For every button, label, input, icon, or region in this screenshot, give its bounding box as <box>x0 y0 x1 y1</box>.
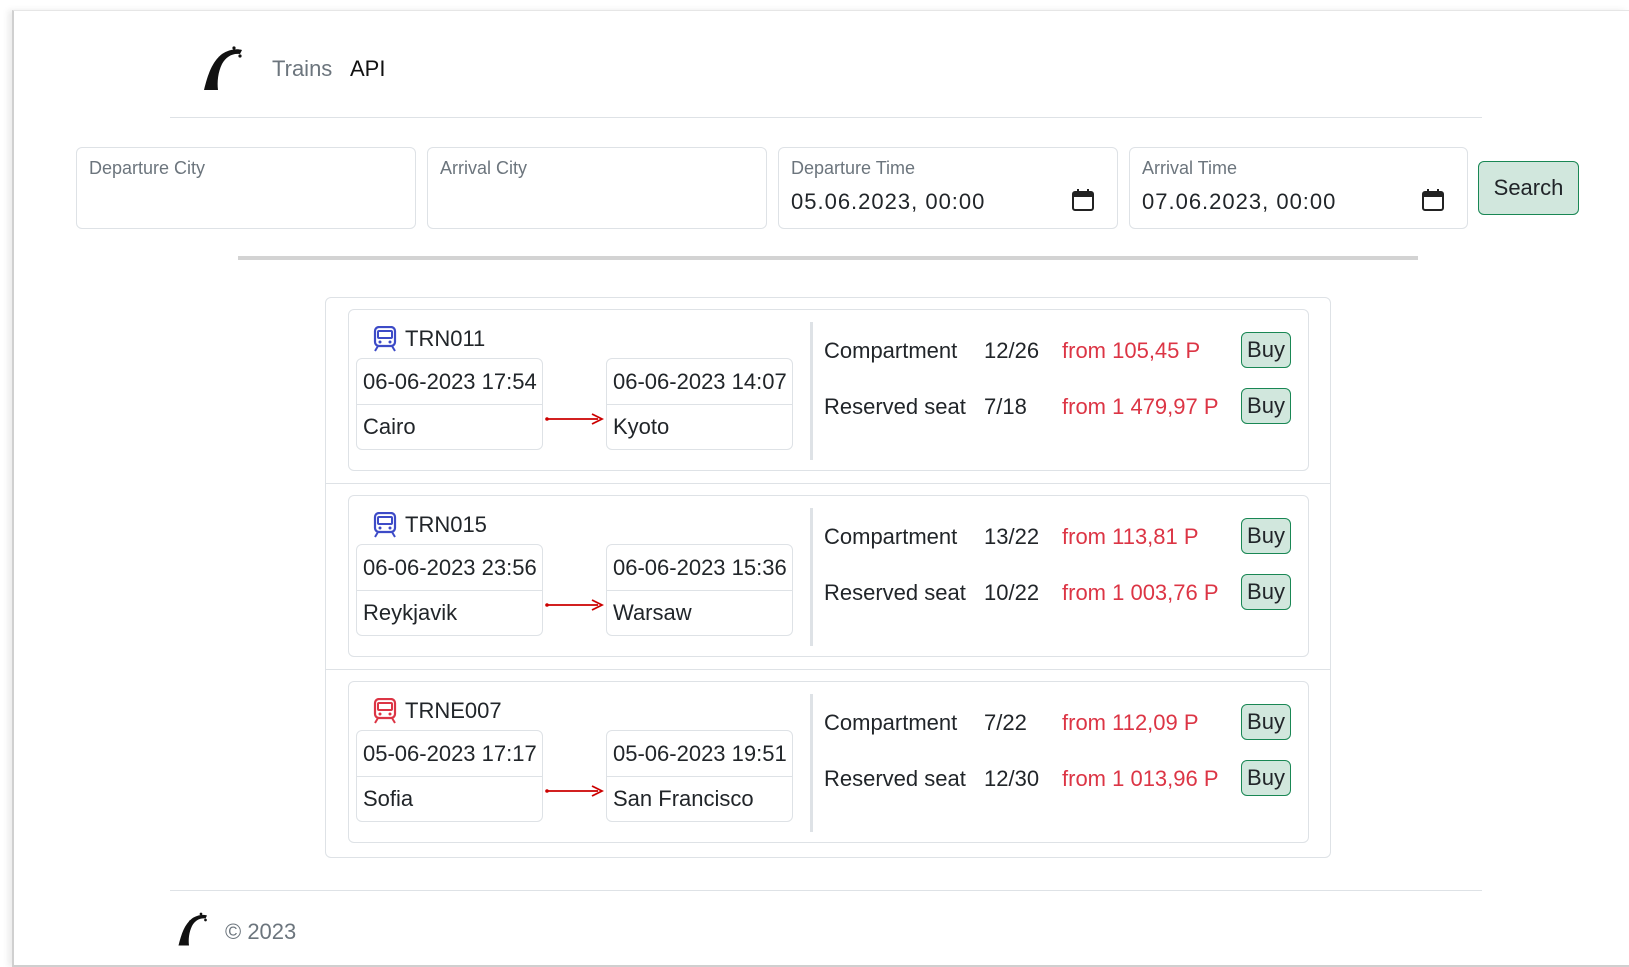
departure-info: 06-06-2023 23:56 Reykjavik <box>356 544 543 636</box>
train-results-list: TRN011 06-06-2023 17:54 Cairo 06-06-2023… <box>325 297 1331 858</box>
seat-price: from 1 003,76 P <box>1062 580 1219 605</box>
divider <box>238 256 1418 260</box>
seat-type: Compartment <box>824 710 958 735</box>
train-icon <box>373 512 397 538</box>
arrival-city: Warsaw <box>613 600 692 625</box>
buy-button[interactable]: Buy <box>1241 332 1291 368</box>
train-header: TRN011 <box>373 324 485 354</box>
seat-price: from 112,09 P <box>1062 710 1199 735</box>
arrival-city: San Francisco <box>613 786 754 811</box>
train-number: TRNE007 <box>405 698 502 723</box>
nav-link-trains[interactable]: Trains <box>272 56 332 82</box>
departure-time-input[interactable] <box>789 184 1107 220</box>
departure-time: 06-06-2023 23:56 <box>357 545 542 591</box>
departure-city-field[interactable]: Departure City <box>76 147 416 229</box>
seat-availability: 10/22 <box>984 580 1040 605</box>
arrival-city-label: Arrival City <box>440 158 528 178</box>
departure-city: Cairo <box>363 414 416 439</box>
seat-price: from 1 479,97 P <box>1062 394 1219 419</box>
train-row: TRN011 06-06-2023 17:54 Cairo 06-06-2023… <box>326 298 1330 484</box>
train-card: TRN011 06-06-2023 17:54 Cairo 06-06-2023… <box>348 309 1309 471</box>
arrival-city-input[interactable] <box>438 184 756 220</box>
seat-class-row: Reserved seat 7/18 from 1 479,97 P Buy <box>824 388 1294 428</box>
departure-info: 06-06-2023 17:54 Cairo <box>356 358 543 450</box>
rails-logo <box>178 912 207 946</box>
seat-availability: 7/18 <box>984 394 1027 419</box>
seat-availability: 12/30 <box>984 766 1040 791</box>
train-number: TRN011 <box>405 326 486 351</box>
departure-time: 05-06-2023 17:17 <box>357 731 542 777</box>
separator <box>810 508 813 646</box>
seat-availability: 13/22 <box>984 524 1040 549</box>
separator <box>810 322 813 460</box>
calendar-icon[interactable] <box>1421 188 1445 212</box>
seat-class-row: Reserved seat 10/22 from 1 003,76 P Buy <box>824 574 1294 614</box>
navbar: Trains API <box>170 40 1482 118</box>
buy-button[interactable]: Buy <box>1241 704 1291 740</box>
arrow-right-icon <box>545 785 604 797</box>
departure-city: Reykjavik <box>363 600 458 625</box>
departure-city-input[interactable] <box>87 184 405 220</box>
calendar-icon[interactable] <box>1071 188 1095 212</box>
train-icon <box>373 326 397 352</box>
seat-class-row: Reserved seat 12/30 from 1 013,96 P Buy <box>824 760 1294 800</box>
separator <box>810 694 813 832</box>
departure-info: 05-06-2023 17:17 Sofia <box>356 730 543 822</box>
seat-availability: 12/26 <box>984 338 1040 363</box>
arrival-info: 06-06-2023 14:07 Kyoto <box>606 358 793 450</box>
train-header: TRNE007 <box>373 696 502 726</box>
departure-time: 06-06-2023 17:54 <box>357 359 542 405</box>
arrival-time: 05-06-2023 19:51 <box>607 731 792 777</box>
buy-button[interactable]: Buy <box>1241 760 1291 796</box>
departure-time-label: Departure Time <box>791 158 916 178</box>
seat-type: Reserved seat <box>824 394 966 419</box>
train-card: TRNE007 05-06-2023 17:17 Sofia 05-06-202… <box>348 681 1309 843</box>
arrival-city: Kyoto <box>613 414 670 439</box>
rails-logo[interactable] <box>198 44 246 92</box>
arrow-right-icon <box>545 599 604 611</box>
nav-link-api[interactable]: API <box>350 56 385 82</box>
arrival-time-field[interactable]: Arrival Time <box>1129 147 1468 229</box>
seat-price: from 105,45 P <box>1062 338 1201 363</box>
seat-class-row: Compartment 13/22 from 113,81 P Buy <box>824 518 1294 558</box>
seat-class-row: Compartment 12/26 from 105,45 P Buy <box>824 332 1294 372</box>
train-row: TRNE007 05-06-2023 17:17 Sofia 05-06-202… <box>326 670 1330 856</box>
train-icon <box>373 698 397 724</box>
buy-button[interactable]: Buy <box>1241 574 1291 610</box>
arrival-time: 06-06-2023 14:07 <box>607 359 792 405</box>
arrival-time-input[interactable] <box>1140 184 1457 220</box>
arrival-time-label: Arrival Time <box>1142 158 1238 178</box>
buy-button[interactable]: Buy <box>1241 518 1291 554</box>
seat-availability: 7/22 <box>984 710 1027 735</box>
arrival-city-field[interactable]: Arrival City <box>427 147 767 229</box>
footer: © 2023 <box>170 890 1482 950</box>
train-number: TRN015 <box>405 512 487 537</box>
train-row: TRN015 06-06-2023 23:56 Reykjavik 06-06-… <box>326 484 1330 670</box>
departure-city-label: Departure City <box>89 158 206 178</box>
departure-time-field[interactable]: Departure Time <box>778 147 1118 229</box>
seat-type: Compartment <box>824 338 958 363</box>
seat-price: from 1 013,96 P <box>1062 766 1219 791</box>
arrival-info: 05-06-2023 19:51 San Francisco <box>606 730 793 822</box>
seat-type: Reserved seat <box>824 580 966 605</box>
seat-type: Compartment <box>824 524 958 549</box>
copyright-text: © 2023 <box>225 919 297 944</box>
arrival-info: 06-06-2023 15:36 Warsaw <box>606 544 793 636</box>
departure-city: Sofia <box>363 786 414 811</box>
seat-type: Reserved seat <box>824 766 966 791</box>
train-header: TRN015 <box>373 510 487 540</box>
arrow-right-icon <box>545 413 604 425</box>
arrival-time: 06-06-2023 15:36 <box>607 545 792 591</box>
seat-class-row: Compartment 7/22 from 112,09 P Buy <box>824 704 1294 744</box>
buy-button[interactable]: Buy <box>1241 388 1291 424</box>
search-button[interactable]: Search <box>1478 161 1579 215</box>
seat-price: from 113,81 P <box>1062 524 1199 549</box>
train-card: TRN015 06-06-2023 23:56 Reykjavik 06-06-… <box>348 495 1309 657</box>
